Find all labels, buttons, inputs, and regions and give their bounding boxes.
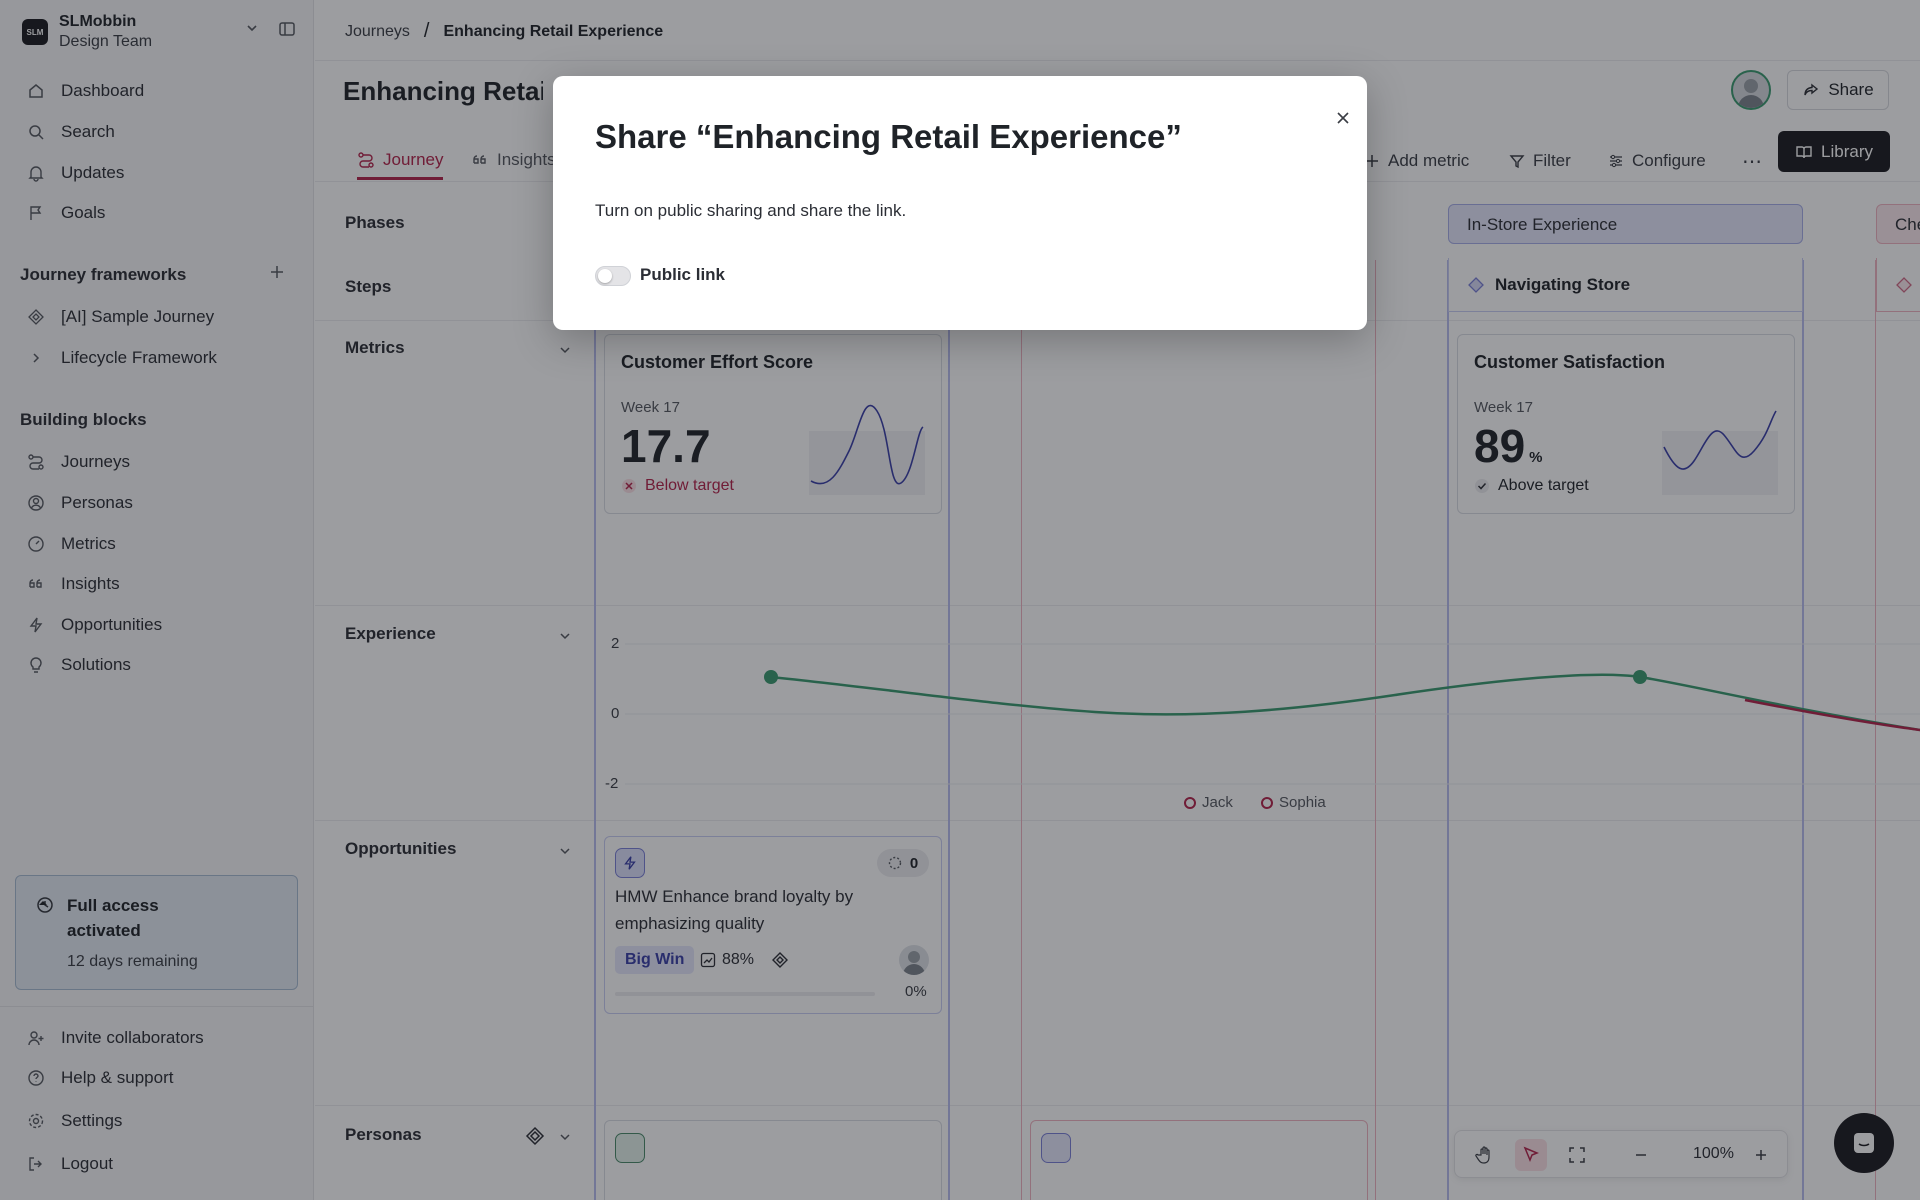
dialog-description: Turn on public sharing and share the lin… <box>595 201 907 220</box>
toggle-knob <box>598 269 612 283</box>
share-dialog: Share “Enhancing Retail Experience” Turn… <box>553 76 1367 330</box>
close-icon[interactable] <box>1331 106 1355 130</box>
public-link-label[interactable]: Public link <box>640 265 725 285</box>
public-link-toggle[interactable] <box>595 266 631 286</box>
dialog-title: Share “Enhancing Retail Experience” <box>595 118 1182 155</box>
